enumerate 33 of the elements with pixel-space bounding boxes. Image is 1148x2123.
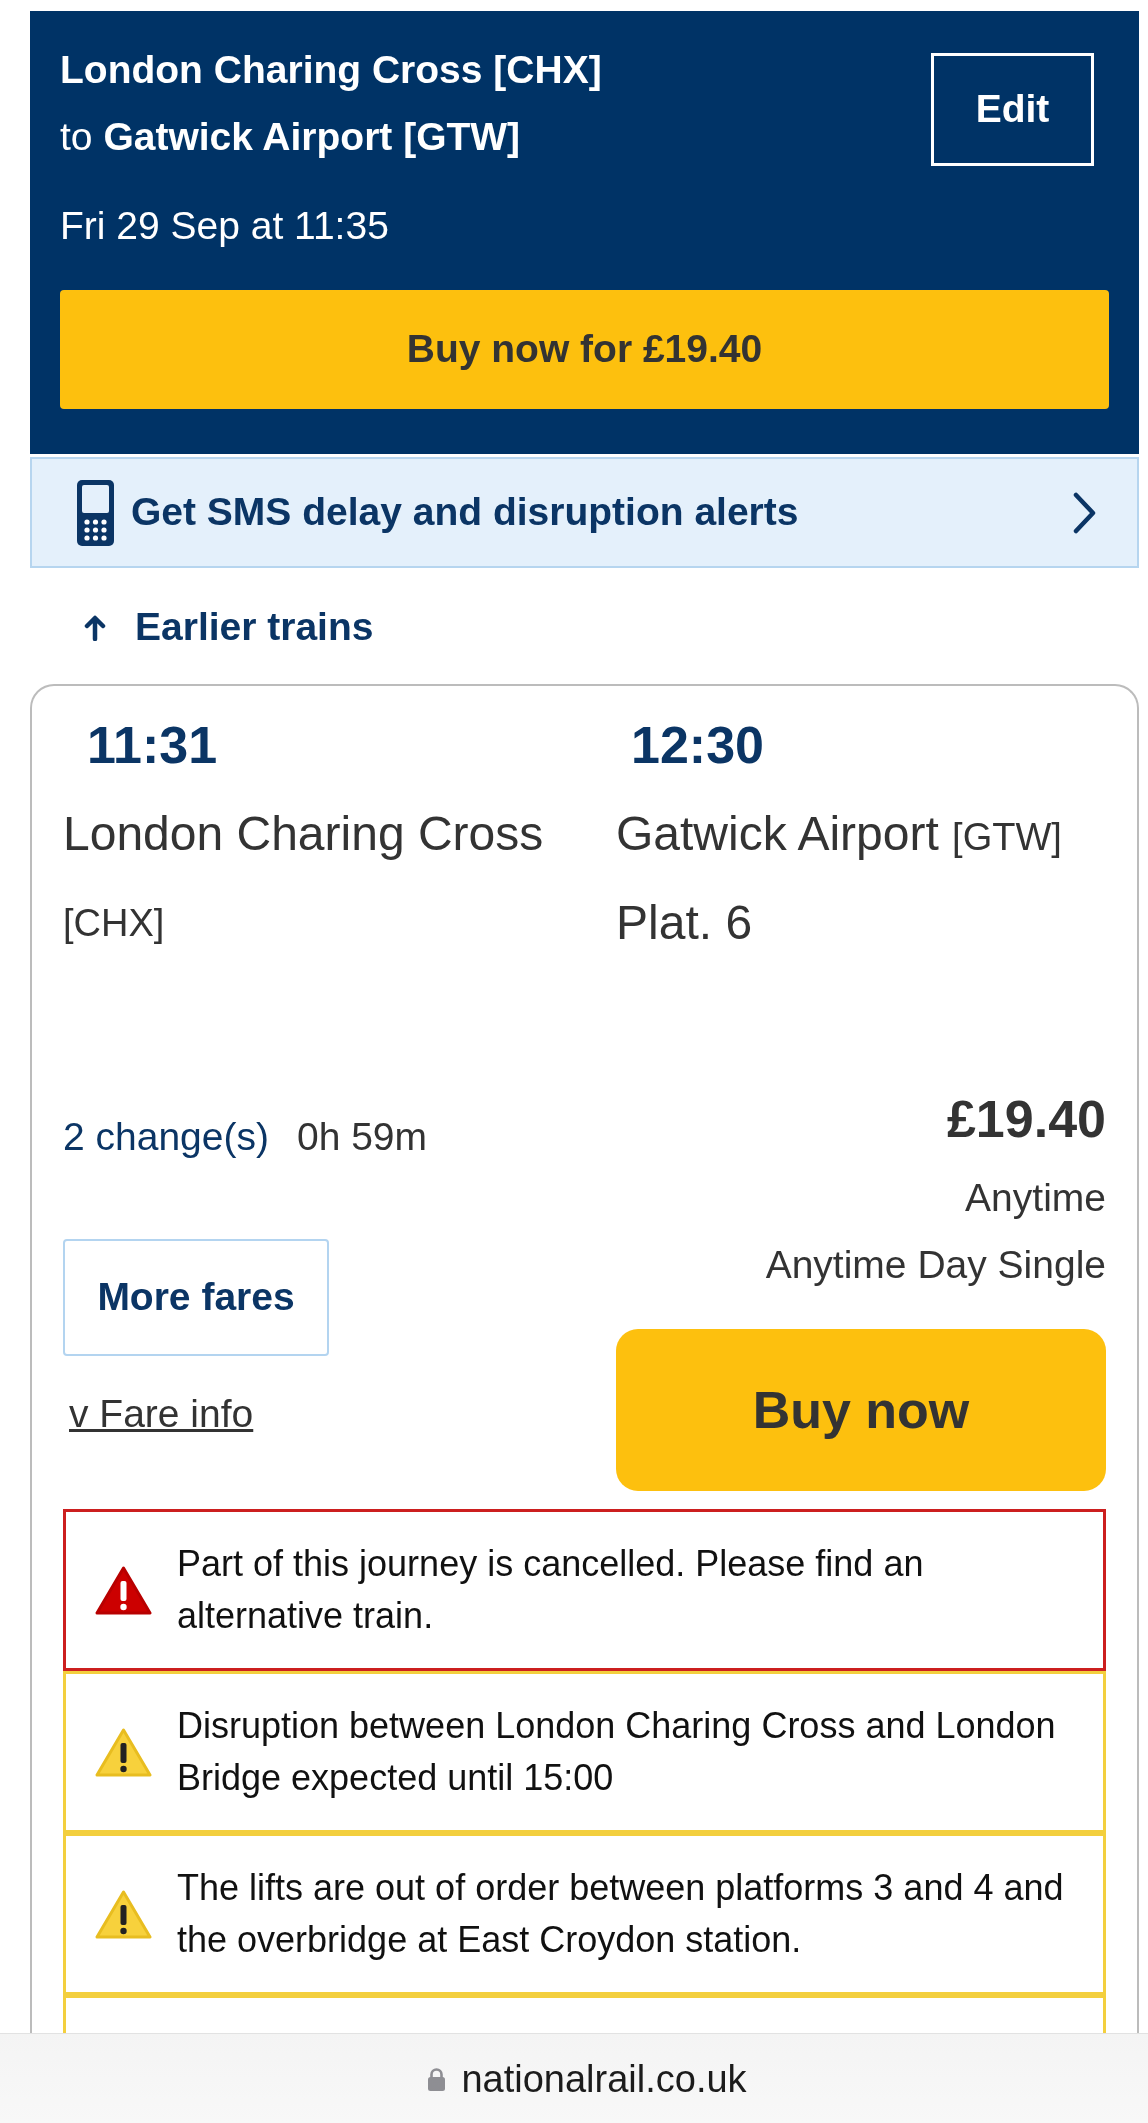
url-text: nationalrail.co.uk (461, 2059, 747, 2098)
warning-icon (95, 1888, 152, 1940)
fare-type-text: Anytime (965, 1175, 1106, 1221)
date-time-text: Fri 29 Sep at 11:35 (60, 203, 390, 249)
ticket-type-text: Anytime Day Single (765, 1242, 1106, 1288)
origin-station-text: London Charing Cross [CHX] (60, 47, 602, 93)
buy-now-button[interactable]: Buy now for £19.40 (60, 290, 1109, 409)
warning-icon (95, 1726, 152, 1778)
more-fares-button[interactable]: More fares (63, 1239, 329, 1356)
sms-alerts-link[interactable]: Get SMS delay and disruption alerts (30, 457, 1139, 568)
buy-now-button[interactable]: Buy now (616, 1329, 1106, 1491)
arrival-time: 12:30 (630, 715, 765, 775)
mobile-phone-icon (77, 479, 114, 546)
platform-text: Plat. 6 (616, 895, 754, 951)
price-text: £19.40 (946, 1089, 1106, 1150)
up-arrow-icon (84, 613, 106, 641)
duration-text: 0h 59m (296, 1114, 428, 1160)
station-name: London Charing Cross (63, 807, 544, 860)
changes-link[interactable]: 2 change(s) (63, 1107, 269, 1167)
lock-icon (427, 2066, 447, 2091)
alert-message: Disruption between London Charing Cross and London Bridge expected until 15:00 (177, 1704, 1057, 1800)
warning-icon (95, 1564, 152, 1616)
chevron-right-icon (1072, 491, 1097, 534)
edit-button[interactable]: Edit (931, 53, 1094, 166)
station-code: [CHX] (63, 902, 165, 944)
earlier-trains-link[interactable]: Earlier trains (84, 602, 374, 652)
destination-text: to Gatwick Airport [GTW] (60, 114, 522, 160)
alert-message: Part of this journey is cancelled. Please find an alternative train. (177, 1542, 925, 1638)
station-name: Gatwick Airport (616, 807, 939, 860)
departure-time: 11:31 (86, 715, 219, 775)
station-code: [GTW] (952, 816, 1062, 858)
fare-info-link[interactable]: v Fare info (69, 1384, 254, 1444)
alert-message: The lifts are out of order between platforms 3 and 4 and the overbridge at East Croydon station. (177, 1866, 1065, 1962)
